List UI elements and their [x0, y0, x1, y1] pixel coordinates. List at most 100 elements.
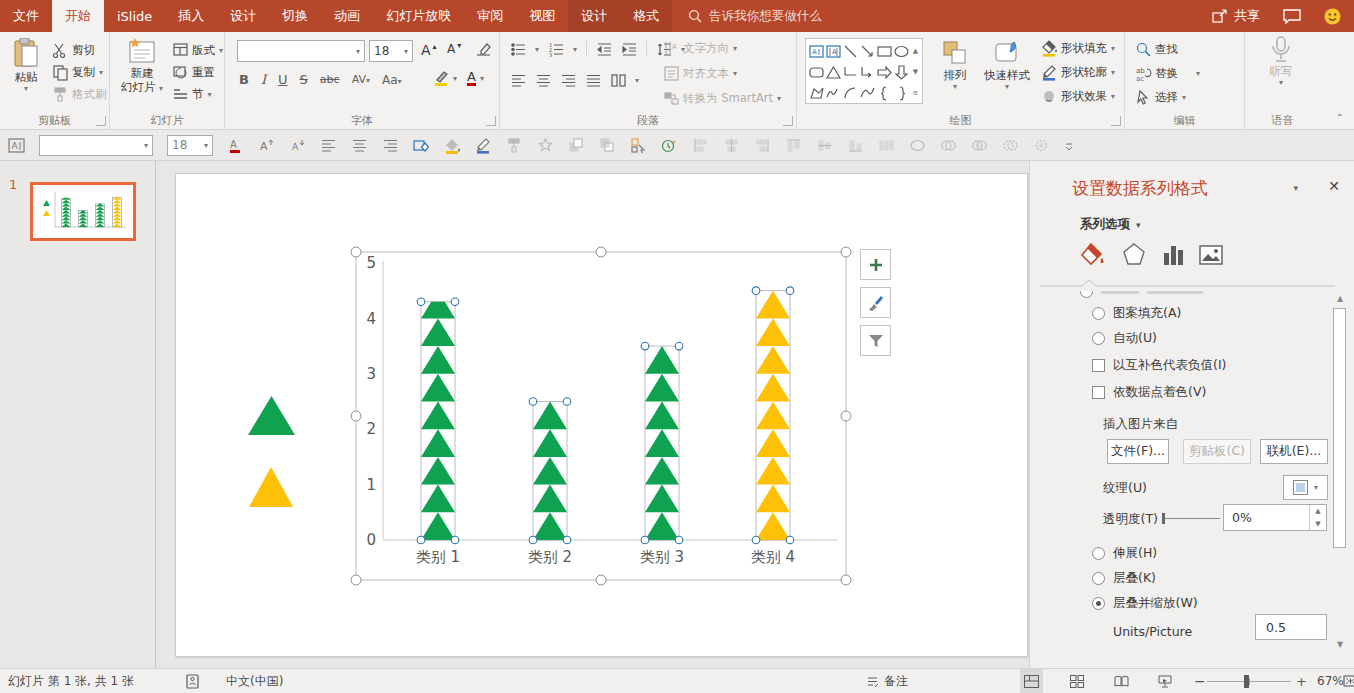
- units-per-picture-input[interactable]: 0.5: [1255, 614, 1327, 640]
- align-left-button[interactable]: [510, 72, 526, 88]
- chart[interactable]: 012345类别 1类别 2类别 3类别 4: [340, 244, 860, 590]
- font-color-button[interactable]: A▾: [467, 70, 484, 86]
- shape-roundrect[interactable]: [808, 64, 824, 80]
- auto-fill-option[interactable]: 自动(U): [1092, 330, 1157, 347]
- arrange-button[interactable]: 排列▾: [933, 38, 977, 92]
- shape-freeform[interactable]: [808, 85, 824, 101]
- shape-arc[interactable]: [842, 85, 858, 101]
- shape-scribble[interactable]: [825, 85, 841, 101]
- format-painter-button[interactable]: 格式刷: [52, 86, 107, 102]
- center-objects-icon[interactable]: [723, 137, 740, 154]
- layout-button[interactable]: 版式▾: [172, 42, 223, 58]
- grow-font-button[interactable]: A▴: [421, 42, 437, 58]
- tell-me-search[interactable]: 告诉我你想要做什么: [688, 0, 822, 32]
- textbox-icon[interactable]: A: [8, 137, 25, 154]
- align-objects-icon[interactable]: [692, 137, 709, 154]
- merge-intersect-icon[interactable]: [1033, 137, 1050, 154]
- bring-forward-icon[interactable]: [568, 137, 585, 154]
- clipboard-dialog-launcher[interactable]: [96, 116, 106, 126]
- shape-arrowline[interactable]: [859, 43, 875, 59]
- find-button[interactable]: 查找: [1135, 41, 1178, 57]
- picture-tab-icon[interactable]: [1197, 241, 1225, 269]
- shape-elbowarr[interactable]: [859, 64, 875, 80]
- shape-outline-button[interactable]: 形状轮廓▾: [1041, 64, 1115, 80]
- invert-negative-option[interactable]: 以互补色代表负值(I): [1092, 357, 1226, 374]
- quick-styles-button[interactable]: 快速样式▾: [979, 38, 1035, 92]
- section-button[interactable]: 节▾: [172, 86, 212, 102]
- subscript-button[interactable]: abc: [320, 73, 340, 86]
- bullets-button[interactable]: [510, 41, 526, 57]
- align-middle-icon[interactable]: [816, 137, 833, 154]
- decrease-indent-button[interactable]: [596, 41, 612, 57]
- tab-开始[interactable]: 开始: [52, 0, 104, 32]
- stack-radio[interactable]: [1092, 572, 1105, 585]
- comments-button[interactable]: [1283, 9, 1301, 24]
- insert-online-button[interactable]: 联机(E)...: [1260, 439, 1328, 464]
- bold-button[interactable]: B: [239, 72, 249, 87]
- pane-close-button[interactable]: ✕: [1328, 178, 1340, 194]
- tab-视图[interactable]: 视图: [516, 0, 568, 32]
- distribute-icon[interactable]: [754, 137, 771, 154]
- merge-fragment-icon[interactable]: [1002, 137, 1019, 154]
- normal-view-button[interactable]: [1020, 669, 1043, 693]
- align-right-icon[interactable]: [382, 137, 399, 154]
- pattern-fill-option[interactable]: 图案填充(A): [1092, 305, 1181, 322]
- slide-sorter-view-button[interactable]: [1065, 669, 1088, 693]
- underline-button[interactable]: U: [278, 72, 288, 87]
- increase-indent-button[interactable]: [621, 41, 637, 57]
- paste-button[interactable]: 粘贴 ▾: [6, 38, 46, 94]
- columns-button[interactable]: [610, 72, 626, 88]
- align-center-button[interactable]: [535, 72, 551, 88]
- align-right-button[interactable]: [560, 72, 576, 88]
- shape-braceR[interactable]: [893, 85, 909, 101]
- tab-幻灯片放映[interactable]: 幻灯片放映: [373, 0, 464, 32]
- paragraph-dialog-launcher[interactable]: [783, 116, 793, 126]
- shape-braceL[interactable]: [876, 85, 892, 101]
- shape-triangle[interactable]: [825, 64, 841, 80]
- grow-font-icon[interactable]: A: [258, 137, 275, 154]
- pattern-fill-radio[interactable]: [1092, 307, 1105, 320]
- select-button[interactable]: 选择▾: [1135, 89, 1186, 105]
- shape-fill-button[interactable]: 形状填充▾: [1041, 40, 1115, 56]
- zoom-level[interactable]: 67%: [1317, 669, 1344, 693]
- shape-line[interactable]: [842, 43, 858, 59]
- new-slide-button[interactable]: 新建 幻灯片 ▾: [118, 38, 166, 95]
- font-name-combo[interactable]: ▾: [237, 40, 365, 62]
- shape-fill-icon[interactable]: [444, 137, 461, 154]
- auto-radio[interactable]: [1092, 332, 1105, 345]
- transparency-spinbox[interactable]: 0% ▲▼: [1223, 504, 1327, 531]
- fill-tab-icon[interactable]: [1078, 241, 1106, 269]
- gallery-scroll-down[interactable]: ▼: [913, 68, 918, 76]
- chart-add-element-button[interactable]: [860, 249, 891, 280]
- align-left-icon[interactable]: [320, 137, 337, 154]
- shrink-font-icon[interactable]: A: [289, 137, 306, 154]
- numbering-button[interactable]: 123: [548, 41, 564, 57]
- gallery-more[interactable]: ≡: [913, 89, 919, 97]
- tab-插入[interactable]: 插入: [165, 0, 217, 32]
- send-backward-icon[interactable]: [599, 137, 616, 154]
- legend-triangles[interactable]: [240, 390, 310, 515]
- slideshow-view-button[interactable]: [1153, 669, 1176, 693]
- invert-checkbox[interactable]: [1092, 359, 1105, 372]
- shape-blockright[interactable]: [876, 64, 892, 80]
- align-text-button[interactable]: 对齐文本▾: [663, 65, 737, 81]
- tab-审阅[interactable]: 审阅: [464, 0, 516, 32]
- align-center-icon[interactable]: [351, 137, 368, 154]
- collapse-ribbon-button[interactable]: ⌃: [1336, 112, 1344, 123]
- shape-outline-icon[interactable]: [475, 137, 492, 154]
- tab-iSlide[interactable]: iSlide: [104, 0, 165, 32]
- text-direction-button[interactable]: A文字方向▾: [663, 40, 737, 56]
- reading-view-button[interactable]: [1110, 669, 1133, 693]
- series-options-label[interactable]: 系列选项▾: [1080, 216, 1141, 233]
- shrink-font-button[interactable]: A▾: [447, 42, 461, 56]
- highlight-color-button[interactable]: ▾: [433, 70, 457, 86]
- shape-textbox1[interactable]: A: [808, 43, 824, 59]
- stretch-option[interactable]: 伸展(H): [1092, 545, 1157, 562]
- smiley-feedback-button[interactable]: [1324, 8, 1341, 25]
- format-painter-icon[interactable]: [506, 137, 523, 154]
- smartart-button[interactable]: 转换为 SmartArt▾: [663, 90, 781, 106]
- selection-icon[interactable]: [630, 137, 647, 154]
- shape-effects-button[interactable]: 形状效果▾: [1041, 88, 1115, 104]
- drawing-dialog-launcher[interactable]: [1111, 116, 1121, 126]
- fit-window-button[interactable]: [1343, 669, 1354, 693]
